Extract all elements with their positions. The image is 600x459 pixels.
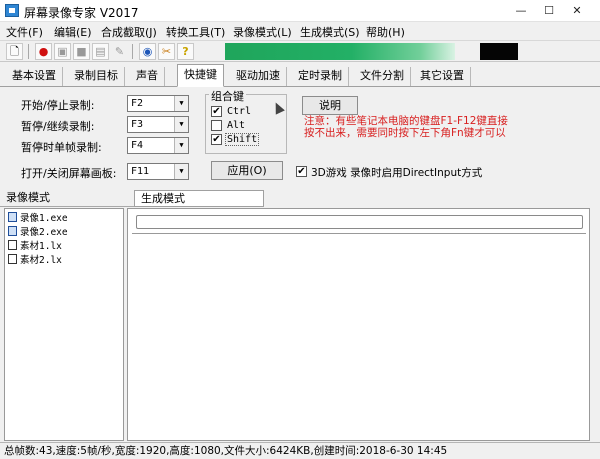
title-bar: 屏幕录像专家 V2017 — ☐ ✕ (0, 0, 600, 22)
document-icon (8, 254, 17, 264)
file-name: 素材2.lx (20, 255, 62, 266)
pen-icon[interactable]: ✎ (111, 43, 128, 60)
pause-resume-value: F3 (131, 119, 144, 130)
ctrl-label: Ctrl (227, 106, 252, 117)
alt-label: Alt (227, 120, 246, 131)
close-button[interactable]: ✕ (566, 3, 588, 19)
chevron-down-icon: ▼ (174, 138, 188, 153)
start-stop-label: 开始/停止录制: (21, 99, 95, 112)
pause-icon[interactable]: ▣ (54, 43, 71, 60)
drawing-board-select[interactable]: F11 ▼ (127, 163, 189, 180)
tab-generate-mode[interactable]: 生成模式 (134, 190, 264, 207)
toolbar-separator (132, 44, 133, 59)
globe-icon[interactable]: ◉ (139, 43, 156, 60)
document-icon (8, 240, 17, 250)
preview-box (480, 43, 518, 60)
shift-label: Shift (225, 133, 260, 146)
tab-basic-settings[interactable]: 基本设置 (6, 67, 63, 86)
maximize-icon: ☐ (544, 4, 554, 17)
close-icon: ✕ (572, 4, 582, 17)
file-name: 录像1.exe (20, 213, 68, 224)
file-name: 素材1.lx (20, 241, 62, 252)
single-frame-select[interactable]: F4 ▼ (127, 137, 189, 154)
list-item[interactable]: 录像1.exe (8, 212, 68, 225)
tab-scheduled-record[interactable]: 定时录制 (292, 67, 349, 86)
new-file-icon[interactable]: 🗋 (6, 43, 23, 60)
directinput-label: 3D游戏 录像时启用DirectInput方式 (311, 167, 483, 179)
progress-banner (225, 43, 455, 60)
directinput-checkbox[interactable]: ✔ (296, 166, 307, 177)
drawing-board-label: 打开/关闭屏幕画板: (21, 167, 117, 180)
list-item[interactable]: 素材1.lx (8, 240, 62, 253)
tab-sound[interactable]: 声音 (130, 67, 165, 86)
file-name: 录像2.exe (20, 227, 68, 238)
exe-file-icon (8, 226, 17, 236)
shift-checkbox[interactable]: ✔ (211, 134, 222, 145)
chevron-down-icon: ▼ (174, 117, 188, 132)
tab-file-split[interactable]: 文件分割 (354, 67, 411, 86)
generate-mode-panel (127, 208, 590, 441)
generate-progress-bar (136, 215, 583, 229)
window-title: 屏幕录像专家 V2017 (24, 6, 139, 20)
menu-bar: 文件(F) 编辑(E) 合成截取(J) 转换工具(T) 录像模式(L) 生成模式… (0, 22, 600, 40)
menu-generate-mode[interactable]: 生成模式(S) (300, 24, 360, 40)
apply-button[interactable]: 应用(O) (211, 161, 283, 180)
status-bar: 总帧数:43,速度:5帧/秒,宽度:1920,高度:1080,文件大小:6424… (0, 442, 600, 459)
minimize-icon: — (515, 4, 527, 17)
tab-driver-accel[interactable]: 驱动加速 (230, 67, 287, 86)
check-icon: ✔ (212, 106, 221, 117)
menu-convert[interactable]: 转换工具(T) (166, 24, 225, 40)
ctrl-checkbox[interactable]: ✔ (211, 106, 222, 117)
toolbar: 🗋 ● ▣ ■ ▤ ✎ ◉ ✂ ? (0, 40, 600, 62)
chevron-down-icon: ▼ (174, 164, 188, 179)
modifier-group-title: 组合键 (209, 88, 246, 104)
tab-record-target[interactable]: 录制目标 (68, 67, 125, 86)
help-icon[interactable]: ? (177, 43, 194, 60)
list-item[interactable]: 录像2.exe (8, 226, 68, 239)
record-mode-header: 录像模式 (0, 190, 134, 207)
tools-icon[interactable]: ✂ (158, 43, 175, 60)
pause-resume-label: 暂停/继续录制: (21, 120, 95, 133)
minimize-button[interactable]: — (510, 3, 532, 19)
single-frame-label: 暂停时单帧录制: (21, 141, 102, 154)
chevron-down-icon: ▼ (174, 96, 188, 111)
divider (132, 233, 586, 234)
toolbar-separator (28, 44, 29, 59)
single-frame-value: F4 (131, 140, 144, 151)
settings-tabs: 基本设置 录制目标 声音 快捷键 驱动加速 定时录制 文件分割 其它设置 (0, 63, 600, 87)
exe-file-icon (8, 212, 17, 222)
frame-icon[interactable]: ▤ (92, 43, 109, 60)
record-icon[interactable]: ● (35, 43, 52, 60)
start-stop-value: F2 (131, 98, 144, 109)
drawing-board-value: F11 (131, 166, 150, 177)
check-icon: ✔ (297, 166, 306, 177)
menu-edit[interactable]: 编辑(E) (54, 24, 92, 40)
menu-file[interactable]: 文件(F) (6, 24, 43, 40)
hotkey-panel: 开始/停止录制: F2 ▼ 暂停/继续录制: F3 ▼ 暂停时单帧录制: F4 … (0, 88, 600, 188)
start-stop-select[interactable]: F2 ▼ (127, 95, 189, 112)
menu-help[interactable]: 帮助(H) (366, 24, 405, 40)
menu-compose[interactable]: 合成截取(J) (101, 24, 157, 40)
pause-resume-select[interactable]: F3 ▼ (127, 116, 189, 133)
maximize-button[interactable]: ☐ (538, 3, 560, 19)
explain-button[interactable]: 说明 (302, 96, 358, 115)
check-icon: ✔ (212, 134, 221, 145)
tab-hotkeys[interactable]: 快捷键 (177, 64, 224, 87)
alt-checkbox[interactable] (211, 120, 222, 131)
menu-record-mode[interactable]: 录像模式(L) (233, 24, 292, 40)
stop-icon[interactable]: ■ (73, 43, 90, 60)
record-file-list: 录像1.exe 录像2.exe 素材1.lx 素材2.lx (4, 208, 124, 441)
app-icon (5, 4, 19, 17)
fn-key-note: 注意：有些笔记本电脑的键盘F1-F12键直接按不出来，需要同时按下左下角Fn键才… (304, 115, 508, 139)
tab-other-settings[interactable]: 其它设置 (414, 67, 471, 86)
list-item[interactable]: 素材2.lx (8, 254, 62, 267)
